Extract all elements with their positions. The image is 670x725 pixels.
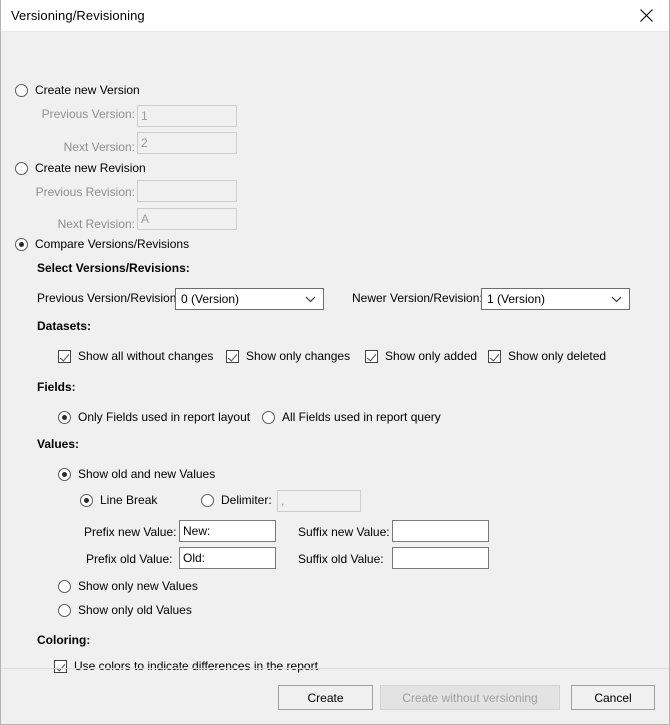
- radio-label: All Fields used in report query: [282, 410, 441, 424]
- previous-version-row: Previous Version:: [37, 107, 135, 121]
- suffix-old-value-input[interactable]: [392, 547, 489, 569]
- newer-version-revision-label: Newer Version/Revision:: [352, 291, 483, 305]
- radio-button[interactable]: [262, 410, 275, 424]
- radio-create-new-version[interactable]: [15, 83, 28, 97]
- option-compare-versions[interactable]: Compare Versions/Revisions: [15, 237, 189, 251]
- previous-version-revision-value: 0 (Version): [181, 292, 240, 306]
- radio-show-only-old-values[interactable]: Show only old Values: [58, 603, 192, 617]
- title-bar: Versioning/Revisioning: [1, 0, 669, 32]
- checkbox-box[interactable]: [58, 349, 71, 363]
- create-without-versioning-button[interactable]: Create without versioning: [380, 685, 560, 710]
- next-revision-label: Next Revision:: [57, 217, 135, 231]
- checkbox-label: Show only added: [385, 349, 478, 363]
- radio-button[interactable]: [58, 579, 71, 593]
- next-version-label: Next Version:: [63, 140, 135, 154]
- checkbox-show-only-deleted[interactable]: Show only deleted: [488, 349, 606, 363]
- prefix-old-value-input[interactable]: [179, 547, 276, 569]
- radio-line-break[interactable]: Line Break: [80, 493, 157, 507]
- newer-version-revision-select[interactable]: 1 (Version): [481, 288, 630, 310]
- checkbox-label: Show only changes: [246, 349, 351, 363]
- checkbox-label: Show only deleted: [508, 349, 607, 363]
- radio-delimiter[interactable]: Delimiter:: [201, 493, 272, 507]
- chevron-down-icon: [305, 289, 316, 309]
- option-create-new-version[interactable]: Create new Version: [15, 83, 140, 97]
- radio-only-fields-report-layout[interactable]: Only Fields used in report layout: [58, 410, 250, 424]
- suffix-new-value-label: Suffix new Value:: [298, 525, 390, 539]
- dialog-content: Create new Version Previous Version: Nex…: [1, 32, 669, 724]
- radio-label: Show only new Values: [78, 579, 198, 593]
- next-revision-row: Next Revision:: [33, 217, 135, 231]
- radio-button[interactable]: [80, 493, 93, 507]
- suffix-new-value-input[interactable]: [392, 520, 489, 542]
- radio-button[interactable]: [58, 410, 71, 424]
- previous-revision-input[interactable]: [137, 180, 237, 202]
- coloring-heading: Coloring:: [37, 633, 91, 647]
- option-compare-versions-label: Compare Versions/Revisions: [35, 237, 190, 251]
- next-version-input[interactable]: [137, 132, 237, 154]
- next-revision-input[interactable]: [137, 208, 237, 230]
- dialog-footer: Create Create without versioning Cancel: [1, 668, 669, 724]
- previous-version-revision-label: Previous Version/Revision:: [37, 291, 180, 305]
- option-create-new-revision[interactable]: Create new Revision: [15, 161, 146, 175]
- window-title: Versioning/Revisioning: [11, 8, 145, 23]
- radio-label: Show old and new Values: [78, 467, 216, 481]
- prefix-new-value-label: Prefix new Value:: [84, 525, 177, 539]
- previous-version-input[interactable]: [137, 105, 237, 127]
- radio-label: Show only old Values: [78, 603, 192, 617]
- checkbox-box[interactable]: [365, 349, 378, 363]
- radio-all-fields-report-query[interactable]: All Fields used in report query: [262, 410, 441, 424]
- radio-label: Only Fields used in report layout: [78, 410, 251, 424]
- option-create-new-revision-label: Create new Revision: [35, 161, 146, 175]
- prefix-old-value-label: Prefix old Value:: [86, 552, 173, 566]
- radio-show-old-and-new-values[interactable]: Show old and new Values: [58, 467, 215, 481]
- checkbox-box[interactable]: [488, 349, 501, 363]
- checkbox-box[interactable]: [226, 349, 239, 363]
- values-heading: Values:: [37, 437, 80, 451]
- radio-label: Line Break: [100, 493, 158, 507]
- radio-show-only-new-values[interactable]: Show only new Values: [58, 579, 198, 593]
- previous-version-label: Previous Version:: [41, 107, 135, 121]
- prefix-new-value-input[interactable]: [179, 520, 276, 542]
- previous-version-revision-select[interactable]: 0 (Version): [175, 288, 324, 310]
- previous-revision-label: Previous Revision:: [35, 185, 135, 199]
- cancel-button[interactable]: Cancel: [571, 685, 655, 710]
- radio-compare-versions[interactable]: [15, 237, 28, 251]
- radio-label: Delimiter:: [221, 493, 272, 507]
- fields-heading: Fields:: [37, 380, 76, 394]
- select-versions-heading: Select Versions/Revisions:: [37, 261, 190, 275]
- next-version-row: Next Version:: [37, 140, 135, 154]
- delimiter-input[interactable]: [277, 490, 361, 512]
- chevron-down-icon: [611, 289, 622, 309]
- suffix-old-value-label: Suffix old Value:: [298, 552, 384, 566]
- checkbox-label: Show all without changes: [78, 349, 214, 363]
- checkbox-show-all-without-changes[interactable]: Show all without changes: [58, 349, 213, 363]
- radio-button[interactable]: [58, 603, 71, 617]
- radio-create-new-revision[interactable]: [15, 161, 28, 175]
- previous-revision-row: Previous Revision:: [33, 185, 135, 199]
- checkbox-show-only-changes[interactable]: Show only changes: [226, 349, 350, 363]
- checkbox-show-only-added[interactable]: Show only added: [365, 349, 477, 363]
- close-icon: [640, 8, 653, 22]
- option-create-new-version-label: Create new Version: [35, 83, 140, 97]
- newer-version-revision-value: 1 (Version): [487, 292, 546, 306]
- radio-button[interactable]: [58, 467, 71, 481]
- create-button[interactable]: Create: [278, 685, 373, 710]
- versioning-dialog: Versioning/Revisioning Create new Versio…: [0, 0, 670, 725]
- radio-button[interactable]: [201, 493, 214, 507]
- close-button[interactable]: [624, 0, 669, 30]
- datasets-heading: Datasets:: [37, 319, 92, 333]
